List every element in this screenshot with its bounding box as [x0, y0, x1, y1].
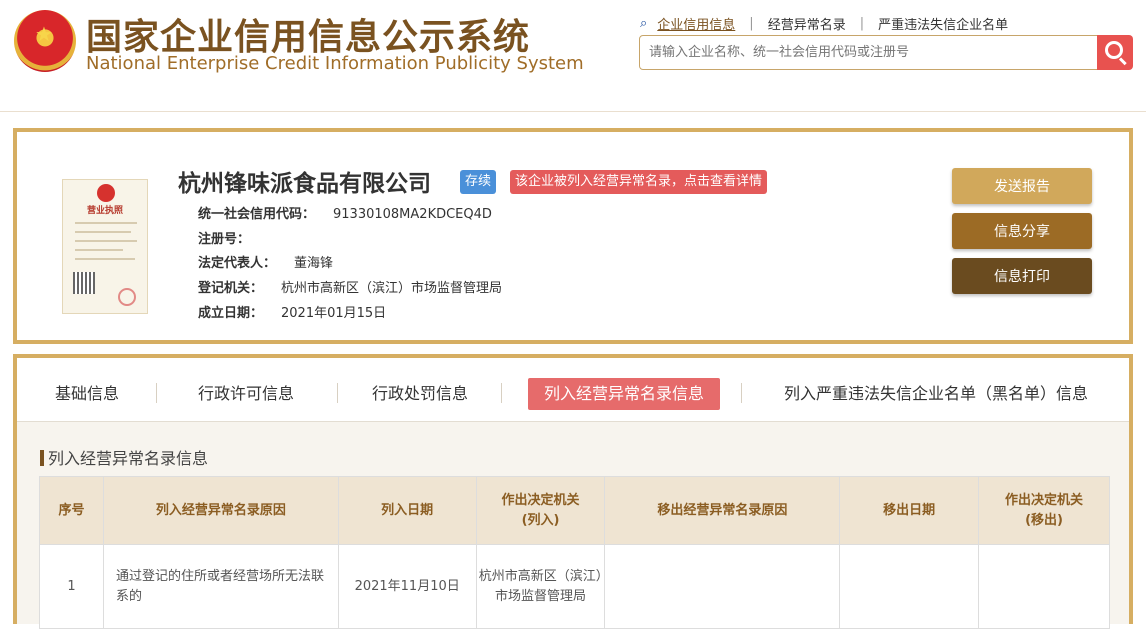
company-summary-card: 营业执照 杭州锋味派食品有限公司 存续 该企业被列入经营异常名录，点击查看详情 …	[13, 128, 1133, 344]
license-text-line	[75, 258, 135, 260]
send-report-button[interactable]: 发送报告	[952, 168, 1092, 204]
credit-code-row: 统一社会信用代码： 91330108MA2KDCEQ4D	[198, 203, 492, 222]
column-inclusion-date: 列入日期	[337, 476, 477, 545]
license-text-line	[75, 249, 123, 251]
establishment-date-row: 成立日期： 2021年01月15日	[198, 302, 386, 321]
legal-representative-row: 法定代表人： 董海锋	[198, 252, 333, 271]
legal-representative-value: 董海锋	[294, 256, 334, 271]
nav-serious-violation-list[interactable]: 严重违法失信企业名单	[878, 14, 1008, 33]
company-actions: 发送报告 信息分享 信息打印	[952, 168, 1092, 303]
serial-number-cell: 1	[39, 544, 104, 629]
search-button[interactable]	[1097, 35, 1133, 70]
site-header: ★ 国家企业信用信息公示系统 National Enterprise Credi…	[0, 0, 1146, 112]
nav-separator: |	[859, 16, 865, 31]
abnormal-list-section-title: 列入经营异常名录信息	[40, 445, 208, 469]
column-inclusion-authority: 作出决定机关 (列入)	[475, 476, 606, 545]
column-inclusion-reason: 列入经营异常名录原因	[102, 476, 339, 545]
tab-basic-info[interactable]: 基础信息	[55, 378, 119, 410]
tab-abnormal-operation-list[interactable]: 列入经营异常名录信息	[528, 378, 721, 410]
removal-authority-cell	[978, 544, 1110, 629]
site-title-english: National Enterprise Credit Information P…	[86, 53, 584, 74]
removal-date-cell	[839, 544, 980, 629]
license-title: 营业执照	[86, 206, 123, 216]
registration-authority-row: 登记机关： 杭州市高新区（滨江）市场监督管理局	[198, 277, 502, 296]
table-header-row: 序号 列入经营异常名录原因 列入日期 作出决定机关 (列入) 移出经营异常名录原…	[39, 476, 1110, 545]
share-info-button[interactable]: 信息分享	[952, 213, 1092, 249]
tab-divider	[156, 383, 157, 403]
company-status-badge: 存续	[460, 170, 497, 194]
license-text-line	[75, 222, 137, 224]
column-removal-reason: 移出经营异常名录原因	[604, 476, 841, 545]
license-seal-icon	[118, 288, 136, 306]
inclusion-date-cell: 2021年11月10日	[337, 544, 477, 629]
tab-administrative-penalty[interactable]: 行政处罚信息	[372, 378, 468, 410]
registration-number-label: 注册号：	[198, 232, 251, 247]
print-info-button[interactable]: 信息打印	[952, 258, 1092, 294]
nav-separator: |	[749, 16, 754, 31]
inclusion-reason-cell: 通过登记的住所或者经营场所无法联系的	[102, 544, 339, 629]
column-removal-date: 移出日期	[839, 476, 980, 545]
enterprise-search-input[interactable]	[639, 35, 1098, 70]
abnormal-operation-table: 序号 列入经营异常名录原因 列入日期 作出决定机关 (列入) 移出经营异常名录原…	[39, 476, 1110, 629]
column-serial-number: 序号	[39, 476, 104, 545]
company-name: 杭州锋味派食品有限公司	[178, 171, 431, 197]
national-emblem-icon: ★	[14, 10, 76, 72]
company-detail-tabs-card: 基础信息 行政许可信息 行政处罚信息 列入经营异常名录信息 列入严重违法失信企业…	[13, 354, 1133, 629]
table-row: 1 通过登记的住所或者经营场所无法联系的 2021年11月10日 杭州市高新区（…	[39, 544, 1110, 629]
nav-enterprise-credit-info[interactable]: 企业信用信息	[657, 14, 735, 33]
tab-divider	[501, 383, 502, 403]
legal-representative-label: 法定代表人：	[198, 256, 277, 271]
detail-tabs: 基础信息 行政许可信息 行政处罚信息 列入经营异常名录信息 列入严重违法失信企业…	[17, 358, 1129, 422]
abnormal-list-warning-link[interactable]: 该企业被列入经营异常名录，点击查看详情	[510, 170, 768, 194]
tab-divider	[337, 383, 338, 403]
license-emblem-icon	[97, 184, 115, 202]
column-removal-authority: 作出决定机关 (移出)	[978, 476, 1110, 545]
removal-reason-cell	[604, 544, 841, 629]
inclusion-authority-cell: 杭州市高新区（滨江）市场监督管理局	[475, 544, 606, 629]
establishment-date-label: 成立日期：	[198, 306, 264, 321]
license-text-line	[75, 231, 131, 233]
qr-code-icon	[73, 272, 95, 294]
tab-administrative-license[interactable]: 行政许可信息	[198, 378, 294, 410]
top-navigation: ⌕ 企业信用信息 | 经营异常名录 | 严重违法失信企业名单	[640, 14, 1008, 33]
registration-number-row: 注册号：	[198, 228, 268, 247]
nav-abnormal-operation-list[interactable]: 经营异常名录	[768, 14, 846, 33]
registration-authority-label: 登记机关：	[198, 281, 264, 296]
magnifier-handle	[1118, 57, 1127, 66]
credit-code-value: 91330108MA2KDCEQ4D	[333, 207, 492, 222]
establishment-date-value: 2021年01月15日	[281, 306, 387, 321]
search-icon: ⌕	[640, 16, 648, 31]
credit-code-label: 统一社会信用代码：	[198, 207, 316, 222]
business-license-thumbnail[interactable]: 营业执照	[62, 179, 148, 314]
tab-blacklist[interactable]: 列入严重违法失信企业名单（黑名单）信息	[784, 378, 1088, 410]
license-text-line	[75, 240, 137, 242]
tab-divider	[741, 383, 742, 403]
registration-authority-value: 杭州市高新区（滨江）市场监督管理局	[281, 281, 503, 296]
